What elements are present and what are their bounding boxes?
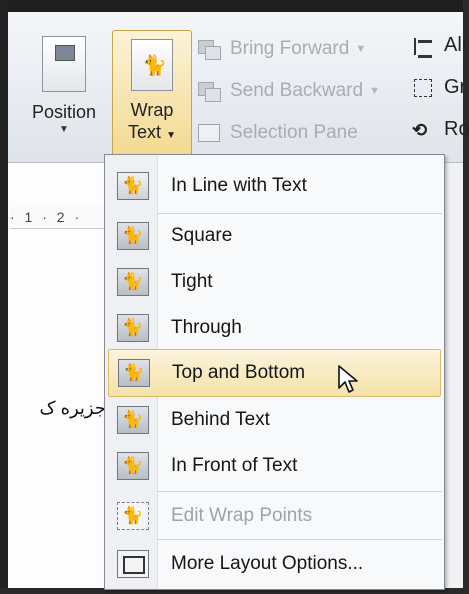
menu-item-behind-text[interactable]: 🐈 Behind Text	[105, 397, 444, 443]
through-wrap-icon: 🐈	[117, 314, 149, 342]
rotate-label: Ro	[444, 118, 469, 140]
send-backward-label: Send Backward	[230, 80, 364, 101]
tight-wrap-icon: 🐈	[117, 268, 149, 296]
chevron-down-icon: ▼	[369, 85, 380, 97]
align-icon	[412, 35, 436, 58]
menu-separator	[157, 491, 442, 492]
menu-item-label: In Line with Text	[171, 175, 307, 196]
document-text: جزیره ک	[39, 398, 106, 418]
behind-text-icon: 🐈	[117, 406, 149, 434]
menu-item-label: In Front of Text	[171, 455, 298, 476]
window-frame-left	[0, 0, 8, 594]
menu-item-edit-wrap-points: 🐈 Edit Wrap Points	[105, 493, 444, 539]
position-button[interactable]: Position ▼	[18, 34, 110, 154]
menu-item-in-line-with-text[interactable]: 🐈 In Line with Text	[105, 163, 444, 209]
mouse-pointer-icon	[338, 365, 358, 393]
selection-pane-label: Selection Pane	[230, 122, 358, 143]
menu-item-label: Through	[171, 317, 242, 338]
wrap-text-label-line1: Wrap	[130, 100, 174, 120]
document-right-edge	[443, 163, 463, 588]
rotate-button[interactable]: ⟲ Ro	[412, 118, 469, 141]
ribbon-arrange-group: Position ▼ 🐈 Wrap Text ▼ Bring Forward ▼…	[8, 12, 469, 163]
menu-item-top-and-bottom[interactable]: 🐈 Top and Bottom	[108, 349, 441, 397]
menu-item-label: Behind Text	[171, 409, 270, 430]
chevron-down-icon: ▼	[355, 43, 367, 55]
menu-item-square[interactable]: 🐈 Square	[105, 213, 444, 259]
menu-item-label: Edit Wrap Points	[171, 505, 313, 526]
menu-item-label: Top and Bottom	[172, 362, 306, 383]
menu-item-label: Square	[171, 225, 233, 246]
menu-item-label: More Layout Options...	[171, 553, 364, 574]
selection-pane-button[interactable]: Selection Pane	[196, 116, 396, 150]
top-bottom-wrap-icon: 🐈	[118, 359, 150, 387]
inline-with-text-icon: 🐈	[117, 172, 149, 200]
square-wrap-icon: 🐈	[117, 222, 149, 250]
group-label: Gr	[444, 76, 467, 98]
menu-item-label: Tight	[171, 271, 213, 292]
send-backward-icon	[196, 80, 222, 102]
position-icon	[42, 36, 86, 92]
layout-options-icon	[117, 550, 149, 578]
align-label: Ali	[444, 34, 467, 56]
wrap-text-label-line2: Text	[128, 122, 162, 142]
wrap-text-icon: 🐈	[131, 39, 173, 91]
send-backward-button[interactable]: Send Backward ▼	[196, 74, 396, 108]
group-button[interactable]: Gr	[412, 76, 469, 99]
edit-wrap-points-icon: 🐈	[117, 502, 149, 530]
chevron-down-icon: ▼	[59, 124, 69, 135]
wrap-text-button[interactable]: 🐈 Wrap Text ▼	[112, 30, 192, 160]
wrap-text-dropdown-menu: 🐈 In Line with Text 🐈 Square 🐈 Tight 🐈 T…	[104, 154, 445, 590]
bring-forward-icon	[196, 38, 222, 60]
menu-separator	[157, 539, 442, 540]
rotate-icon: ⟲	[412, 119, 428, 140]
window-frame-top	[0, 0, 469, 12]
align-button[interactable]: Ali	[412, 34, 469, 58]
menu-item-in-front-of-text[interactable]: 🐈 In Front of Text	[105, 443, 444, 489]
bring-forward-label: Bring Forward	[230, 38, 350, 59]
horizontal-ruler: · 1 · 2 ·	[10, 206, 108, 229]
group-icon	[412, 77, 436, 99]
selection-pane-icon	[196, 122, 222, 144]
in-front-of-text-icon: 🐈	[117, 452, 149, 480]
position-label: Position	[31, 102, 97, 122]
bring-forward-button[interactable]: Bring Forward ▼	[196, 32, 396, 66]
menu-item-tight[interactable]: 🐈 Tight	[105, 259, 444, 305]
menu-item-through[interactable]: 🐈 Through	[105, 305, 444, 351]
chevron-down-icon: ▼	[166, 130, 176, 141]
menu-item-more-layout-options[interactable]: More Layout Options...	[105, 541, 444, 587]
